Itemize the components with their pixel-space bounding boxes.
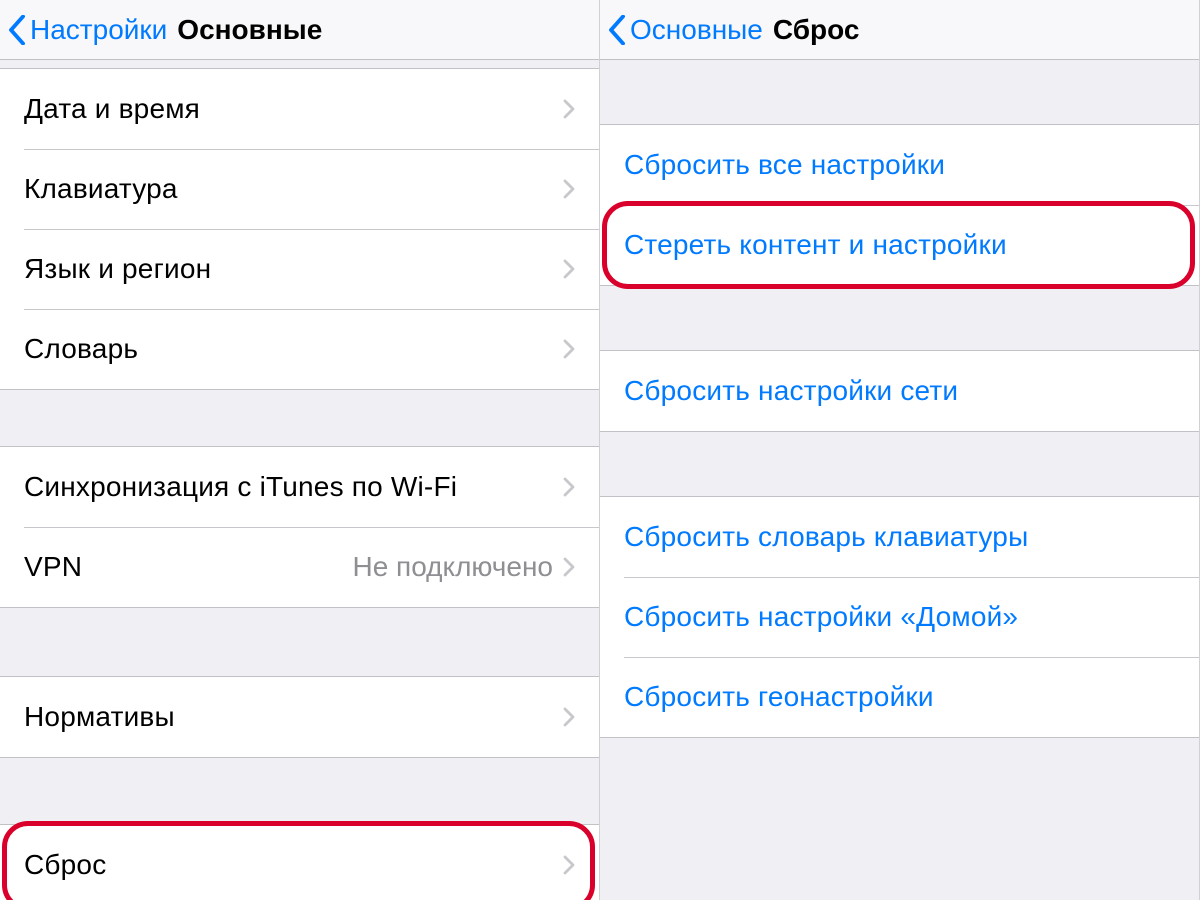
row-reset-location[interactable]: Сбросить геонастройки <box>600 657 1199 737</box>
back-label: Основные <box>630 14 763 46</box>
chevron-right-icon <box>563 339 575 359</box>
settings-group-1: Дата и время Клавиатура Язык и регион Сл… <box>0 68 599 390</box>
row-label: Сбросить геонастройки <box>624 681 1175 713</box>
row-label: Клавиатура <box>24 173 563 205</box>
row-vpn[interactable]: VPN Не подключено <box>0 527 599 607</box>
page-title: Основные <box>177 14 322 46</box>
row-reset-all-settings[interactable]: Сбросить все настройки <box>600 125 1199 205</box>
row-label: VPN <box>24 551 352 583</box>
settings-group-2: Синхронизация с iTunes по Wi-Fi VPN Не п… <box>0 446 599 608</box>
group-separator <box>600 60 1199 124</box>
row-label: Синхронизация с iTunes по Wi-Fi <box>24 471 563 503</box>
row-reset-keyboard-dict[interactable]: Сбросить словарь клавиатуры <box>600 497 1199 577</box>
row-dictionary[interactable]: Словарь <box>0 309 599 389</box>
row-reset-home[interactable]: Сбросить настройки «Домой» <box>600 577 1199 657</box>
row-label: Сбросить настройки «Домой» <box>624 601 1175 633</box>
navbar-general: Настройки Основные <box>0 0 599 60</box>
row-date-time[interactable]: Дата и время <box>0 69 599 149</box>
settings-group-4: Сброс <box>0 824 599 900</box>
chevron-right-icon <box>563 99 575 119</box>
row-label: Словарь <box>24 333 563 365</box>
row-value: Не подключено <box>352 551 553 583</box>
group-separator <box>600 432 1199 496</box>
row-label: Дата и время <box>24 93 563 125</box>
back-button[interactable]: Основные <box>608 14 763 46</box>
back-label: Настройки <box>30 14 167 46</box>
navbar-reset: Основные Сброс <box>600 0 1199 60</box>
chevron-left-icon <box>608 15 626 45</box>
row-language-region[interactable]: Язык и регион <box>0 229 599 309</box>
row-label: Сбросить все настройки <box>624 149 1175 181</box>
reset-group-1: Сбросить все настройки Стереть контент и… <box>600 124 1199 286</box>
row-reset[interactable]: Сброс <box>0 825 599 900</box>
row-label: Сброс <box>24 849 563 881</box>
chevron-right-icon <box>563 557 575 577</box>
chevron-right-icon <box>563 259 575 279</box>
group-separator <box>600 286 1199 350</box>
row-erase-content-settings[interactable]: Стереть контент и настройки <box>600 205 1199 285</box>
group-separator <box>0 608 599 676</box>
reset-group-2: Сбросить настройки сети <box>600 350 1199 432</box>
row-label: Сбросить настройки сети <box>624 375 1175 407</box>
row-label: Стереть контент и настройки <box>624 229 1175 261</box>
group-separator <box>0 758 599 824</box>
row-itunes-wifi-sync[interactable]: Синхронизация с iTunes по Wi-Fi <box>0 447 599 527</box>
content-reset: Сбросить все настройки Стереть контент и… <box>600 60 1199 900</box>
back-button[interactable]: Настройки <box>8 14 167 46</box>
row-regulatory[interactable]: Нормативы <box>0 677 599 757</box>
chevron-right-icon <box>563 477 575 497</box>
page-title: Сброс <box>773 14 860 46</box>
chevron-left-icon <box>8 15 26 45</box>
settings-group-3: Нормативы <box>0 676 599 758</box>
row-label: Язык и регион <box>24 253 563 285</box>
reset-group-3: Сбросить словарь клавиатуры Сбросить нас… <box>600 496 1199 738</box>
row-label: Сбросить словарь клавиатуры <box>624 521 1175 553</box>
row-keyboard[interactable]: Клавиатура <box>0 149 599 229</box>
chevron-right-icon <box>563 707 575 727</box>
screen-reset: Основные Сброс Сбросить все настройки Ст… <box>600 0 1200 900</box>
content-general: Дата и время Клавиатура Язык и регион Сл… <box>0 60 599 900</box>
group-separator <box>0 390 599 446</box>
screen-general: Настройки Основные Дата и время Клавиату… <box>0 0 600 900</box>
chevron-right-icon <box>563 855 575 875</box>
chevron-right-icon <box>563 179 575 199</box>
row-label: Нормативы <box>24 701 563 733</box>
row-reset-network[interactable]: Сбросить настройки сети <box>600 351 1199 431</box>
